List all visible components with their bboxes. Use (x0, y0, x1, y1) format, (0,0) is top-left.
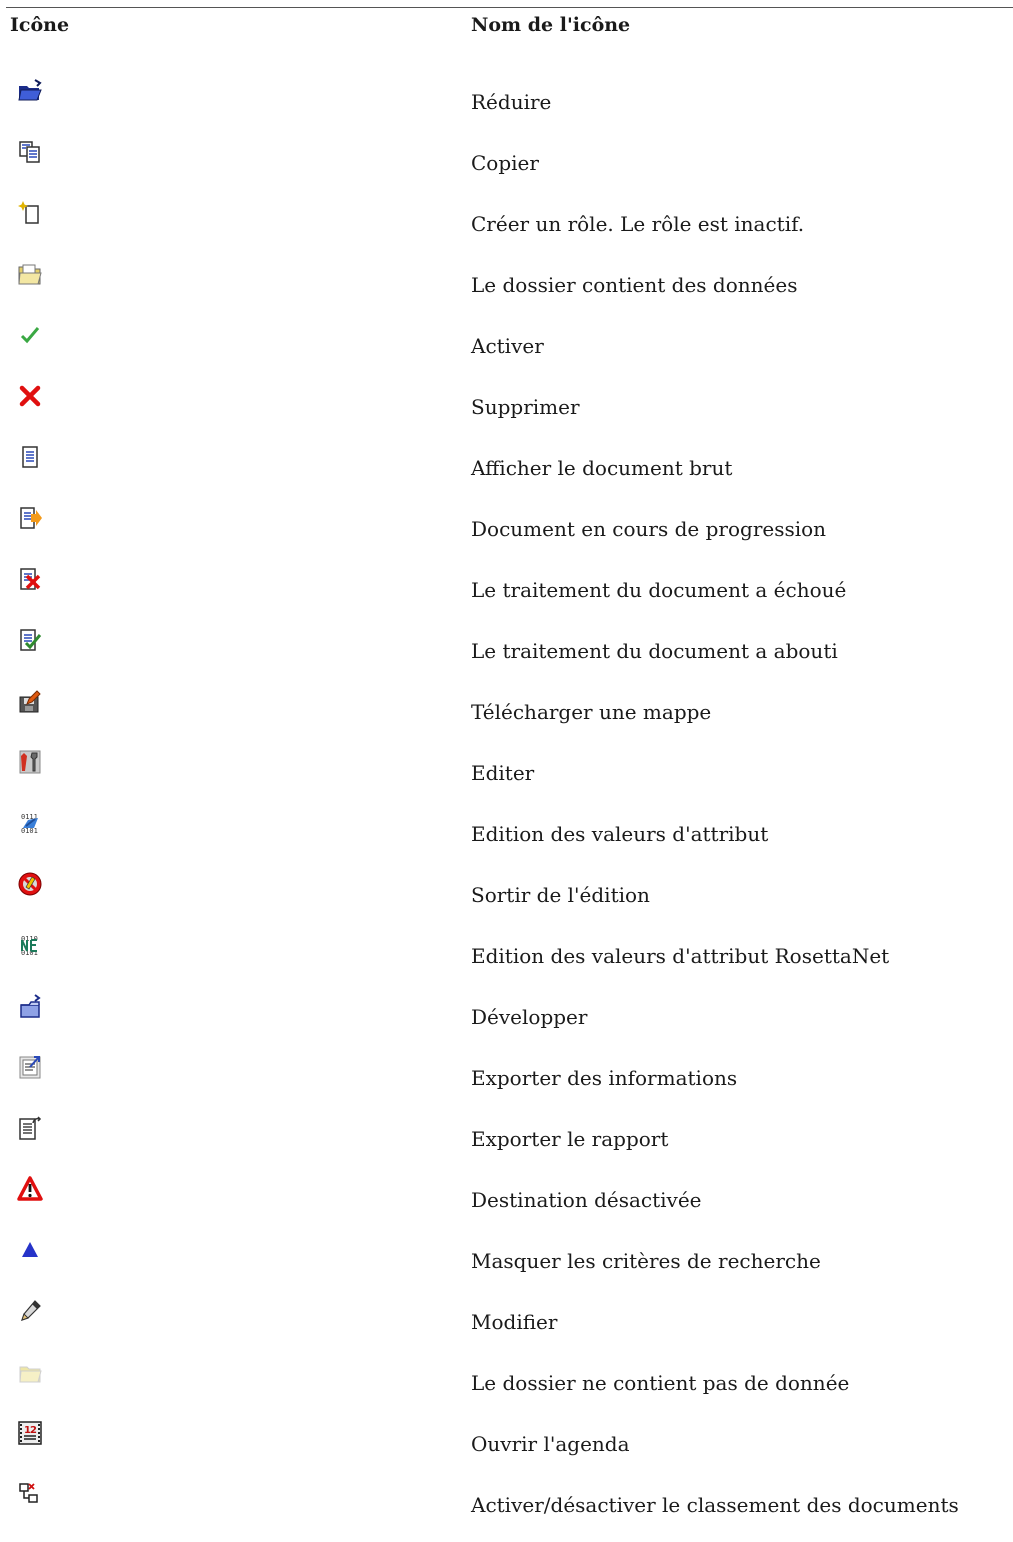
table-row: Télécharger une mappe (0, 688, 1013, 749)
table-row: Créer un rôle. Le rôle est inactif. (0, 200, 1013, 261)
warning-icon (17, 1176, 43, 1202)
table-row: Document en cours de progression (0, 505, 1013, 566)
table-row: Modifier (0, 1298, 1013, 1359)
table-row: Afficher le document brut (0, 444, 1013, 505)
icon-name: Le dossier contient des données (471, 273, 798, 297)
icon-name: Activer (471, 334, 544, 358)
svg-text:2: 2 (30, 1425, 37, 1436)
icon-name: Ouvrir l'agenda (471, 1432, 630, 1456)
sort-toggle-icon (17, 1481, 43, 1507)
table-row: Le traitement du document a abouti (0, 627, 1013, 688)
icon-name: Développer (471, 1005, 588, 1029)
table-row: 1 2 Ouvrir l'agenda (0, 1420, 1013, 1481)
icon-name: Destination désactivée (471, 1188, 702, 1212)
icon-name: Edition des valeurs d'attribut (471, 822, 769, 846)
table-row: Activer/désactiver le classement des doc… (0, 1481, 1013, 1542)
icon-name: Le traitement du document a abouti (471, 639, 838, 663)
new-document-icon (17, 200, 43, 226)
table-row: Sortir de l'édition (0, 871, 1013, 932)
table-row: Réduire (0, 78, 1013, 139)
expand-folder-icon (17, 993, 43, 1019)
document-in-progress-icon (17, 505, 43, 531)
edit-tools-icon (17, 749, 43, 775)
table-row: Destination désactivée (0, 1176, 1013, 1237)
empty-folder-icon (17, 1359, 43, 1385)
icon-name: Télécharger une mappe (471, 700, 712, 724)
document-success-icon (17, 627, 43, 653)
binary-attribute-icon: 0111 0101 (17, 810, 43, 836)
folder-open-icon (17, 78, 43, 104)
column-header-name: Nom de l'icône (471, 14, 631, 36)
table-row: Le dossier contient des données (0, 261, 1013, 322)
table-row: 0111 0101 Edition des valeurs d'attribut (0, 810, 1013, 871)
table-row: Développer (0, 993, 1013, 1054)
folder-with-data-icon (17, 261, 43, 287)
rosettanet-attribute-icon: 0110 0101 (17, 932, 43, 958)
icon-name: Sortir de l'édition (471, 883, 650, 907)
icon-name: Copier (471, 151, 539, 175)
exit-edit-icon (17, 871, 43, 897)
icon-name: Edition des valeurs d'attribut RosettaNe… (471, 944, 890, 968)
top-rule (6, 7, 1013, 8)
icon-name: Editer (471, 761, 535, 785)
table-row: Editer (0, 749, 1013, 810)
icon-name: Exporter des informations (471, 1066, 738, 1090)
icon-name: Créer un rôle. Le rôle est inactif. (471, 212, 805, 236)
icon-name: Exporter le rapport (471, 1127, 669, 1151)
icon-name: Modifier (471, 1310, 558, 1334)
table-row: Le dossier ne contient pas de donnée (0, 1359, 1013, 1420)
icon-name: Afficher le document brut (471, 456, 733, 480)
icon-name: Réduire (471, 90, 552, 114)
icon-name: Activer/désactiver le classement des doc… (471, 1493, 959, 1517)
table-row: Exporter des informations (0, 1054, 1013, 1115)
export-report-icon (17, 1115, 43, 1141)
icon-name: Supprimer (471, 395, 580, 419)
column-header-icon: Icône (10, 14, 70, 36)
table-row: Copier (0, 139, 1013, 200)
table-row: Le traitement du document a échoué (0, 566, 1013, 627)
icon-name: Masquer les critères de recherche (471, 1249, 821, 1273)
table-row: Activer (0, 322, 1013, 383)
icon-name: Le dossier ne contient pas de donnée (471, 1371, 850, 1395)
calendar-icon: 12 (17, 1420, 43, 1446)
delete-x-icon (17, 383, 43, 409)
table-row: Masquer les critères de recherche (0, 1237, 1013, 1298)
export-info-icon (17, 1054, 43, 1080)
document-failed-icon (17, 566, 43, 592)
pencil-icon (17, 1298, 43, 1324)
icon-name: Le traitement du document a échoué (471, 578, 847, 602)
checkmark-icon (17, 322, 43, 348)
svg-text:0101: 0101 (21, 827, 38, 835)
triangle-up-icon (17, 1237, 43, 1263)
table-row: Supprimer (0, 383, 1013, 444)
table-row: 0110 0101 Edition des valeurs d'attribut R… (0, 932, 1013, 993)
icon-name: Document en cours de progression (471, 517, 827, 541)
download-map-icon (17, 688, 43, 714)
document-icon (17, 444, 43, 470)
table-row: Exporter le rapport (0, 1115, 1013, 1176)
copy-icon (17, 139, 43, 165)
